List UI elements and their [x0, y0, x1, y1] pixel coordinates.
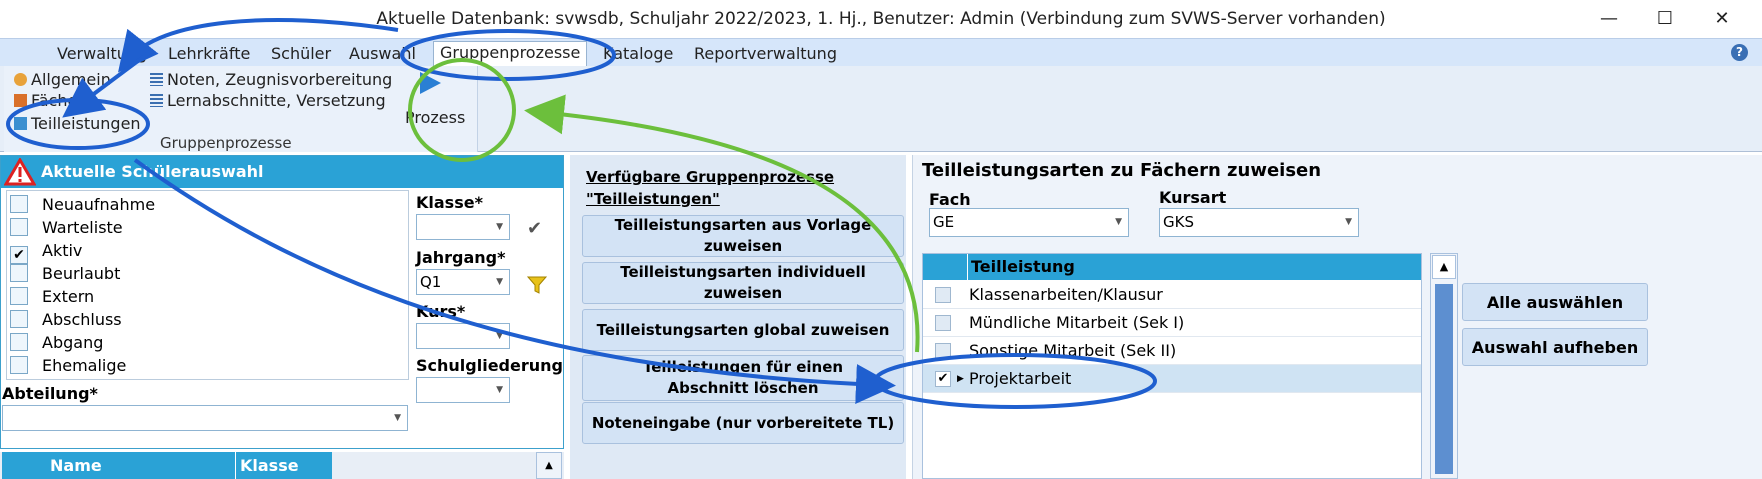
- status-beurlaubt[interactable]: Beurlaubt: [10, 263, 120, 285]
- row-pointer-icon: ▶: [957, 374, 964, 384]
- table-row[interactable]: Klassenarbeiten/Klausur: [923, 281, 1421, 309]
- ribbon-group-label: Gruppenprozesse: [160, 134, 292, 152]
- teilleistungsarten-title: Teilleistungsarten zu Fächern zuweisen: [922, 160, 1322, 181]
- scroll-thumb[interactable]: [1435, 284, 1453, 474]
- table-row[interactable]: Sonstige Mitarbeit (Sek II): [923, 337, 1421, 365]
- maximize-button[interactable]: ☐: [1637, 0, 1693, 38]
- menu-bar: Verwaltung Lehrkräfte Schüler Auswahl Gr…: [0, 38, 1762, 67]
- chevron-down-icon: ▼: [394, 413, 401, 423]
- checkbox[interactable]: [10, 356, 28, 374]
- teilleistung-scrollbar[interactable]: ▲: [1430, 253, 1458, 479]
- filter-icon[interactable]: [526, 274, 548, 296]
- checkbox[interactable]: [10, 333, 28, 351]
- play-icon[interactable]: [417, 70, 443, 96]
- menu-gruppenprozesse[interactable]: Gruppenprozesse: [433, 41, 588, 67]
- checkbox[interactable]: [10, 310, 28, 328]
- chevron-down-icon: ▼: [496, 277, 503, 287]
- checklist-icon: [14, 117, 27, 130]
- menu-schueler[interactable]: Schüler: [271, 43, 331, 65]
- chevron-down-icon: ▼: [496, 385, 503, 395]
- status-extern[interactable]: Extern: [10, 286, 94, 308]
- ribbon-item-lernabschnitte[interactable]: Lernabschnitte, Versetzung: [150, 91, 386, 111]
- kursart-label: Kursart: [1159, 188, 1227, 207]
- minimize-button[interactable]: —: [1581, 0, 1637, 38]
- grid-row-header: [2, 452, 46, 479]
- menu-auswahl[interactable]: Auswahl: [349, 43, 416, 65]
- fach-label: Fach: [929, 190, 971, 209]
- gruppenprozesse-title: Verfügbare Gruppenprozesse "Teilleistung…: [586, 168, 835, 208]
- klasse-combo[interactable]: ▼: [416, 214, 510, 240]
- row-checkbox-checked[interactable]: ✔: [935, 371, 951, 387]
- row-checkbox[interactable]: [935, 315, 951, 331]
- ribbon-item-noten[interactable]: Noten, Zeugnisvorbereitung: [150, 70, 392, 90]
- grid-col-klasse[interactable]: Klasse: [236, 452, 332, 479]
- status-warteliste[interactable]: Warteliste: [10, 217, 123, 239]
- kurs-label: Kurs*: [416, 302, 466, 321]
- checkbox-checked[interactable]: ✔: [10, 246, 28, 264]
- kursart-combo[interactable]: GKS ▼: [1159, 208, 1359, 237]
- fach-combo[interactable]: GE ▼: [929, 208, 1129, 237]
- kurs-combo[interactable]: ▼: [416, 323, 510, 349]
- table-row[interactable]: Mündliche Mitarbeit (Sek I): [923, 309, 1421, 337]
- menu-lehrkraefte[interactable]: Lehrkräfte: [168, 43, 250, 65]
- ribbon-item-faecher[interactable]: Fächer: [14, 91, 84, 111]
- schueler-auswahl-header: Aktuelle Schülerauswahl: [1, 156, 563, 188]
- deselect-button[interactable]: Auswahl aufheben: [1462, 328, 1648, 366]
- chevron-down-icon: ▼: [496, 331, 503, 341]
- status-abschluss[interactable]: Abschluss: [10, 309, 122, 331]
- scroll-up-button[interactable]: ▲: [1432, 255, 1456, 279]
- prozess-button[interactable]: Prozess: [405, 108, 475, 127]
- chevron-down-icon: ▼: [1115, 217, 1122, 227]
- warning-icon: [4, 158, 36, 186]
- checkbox[interactable]: [10, 264, 28, 282]
- jahrgang-label: Jahrgang*: [416, 248, 506, 267]
- scroll-up-button[interactable]: ▲: [536, 452, 562, 479]
- btn-noteneingabe[interactable]: Noteneingabe (nur vorbereitete TL): [582, 402, 904, 444]
- checkbox[interactable]: [10, 287, 28, 305]
- schulgliederung-combo[interactable]: ▼: [416, 377, 510, 403]
- status-neuaufnahme[interactable]: Neuaufnahme: [10, 194, 155, 216]
- abteilung-label: Abteilung*: [2, 384, 98, 403]
- help-icon[interactable]: ?: [1731, 44, 1748, 61]
- window-title: Aktuelle Datenbank: svwsdb, Schuljahr 20…: [376, 9, 1386, 29]
- btn-individuell-zuweisen[interactable]: Teilleistungsarten individuell zuweisen: [582, 262, 904, 304]
- menu-verwaltung[interactable]: Verwaltung: [57, 43, 147, 65]
- book-icon: [14, 94, 27, 107]
- status-abgang[interactable]: Abgang: [10, 332, 103, 354]
- teilleistung-grid-header: Teilleistung: [923, 254, 1421, 280]
- list-icon: [150, 94, 163, 107]
- row-checkbox[interactable]: [935, 343, 951, 359]
- checkbox[interactable]: [10, 195, 28, 213]
- klasse-label: Klasse*: [416, 193, 483, 212]
- close-button[interactable]: ✕: [1694, 0, 1750, 38]
- btn-abschnitt-loeschen[interactable]: Teilleistungen für einen Abschnitt lösch…: [582, 355, 904, 401]
- row-checkbox[interactable]: [935, 287, 951, 303]
- schulgliederung-label: Schulgliederung*: [416, 356, 562, 375]
- people-icon: [14, 73, 27, 86]
- grid-col-name[interactable]: Name: [46, 452, 236, 479]
- chevron-down-icon: ▼: [496, 222, 503, 232]
- status-ehemalige[interactable]: Ehemalige: [10, 355, 126, 377]
- table-row-selected[interactable]: ✔ ▶ Projektarbeit: [923, 365, 1421, 393]
- jahrgang-combo[interactable]: Q1 ▼: [416, 269, 510, 295]
- abteilung-combo[interactable]: ▼: [2, 405, 408, 431]
- check-icon[interactable]: ✔: [527, 218, 542, 239]
- chevron-down-icon: ▼: [1345, 217, 1352, 227]
- btn-global-zuweisen[interactable]: Teilleistungsarten global zuweisen: [582, 309, 904, 351]
- ribbon-item-allgemein[interactable]: Allgemein: [14, 70, 111, 90]
- btn-vorlage-zuweisen[interactable]: Teilleistungsarten aus Vorlage zuweisen: [582, 215, 904, 257]
- list-icon: [150, 73, 163, 86]
- ribbon-item-teilleistungen[interactable]: Teilleistungen: [14, 114, 141, 134]
- checkbox[interactable]: [10, 218, 28, 236]
- menu-reportverwaltung[interactable]: Reportverwaltung: [694, 43, 837, 65]
- select-all-button[interactable]: Alle auswählen: [1462, 283, 1648, 321]
- status-aktiv[interactable]: ✔ Aktiv: [10, 240, 82, 264]
- grid-col-teilleistung[interactable]: Teilleistung: [967, 254, 1421, 280]
- menu-kataloge[interactable]: Kataloge: [603, 43, 673, 65]
